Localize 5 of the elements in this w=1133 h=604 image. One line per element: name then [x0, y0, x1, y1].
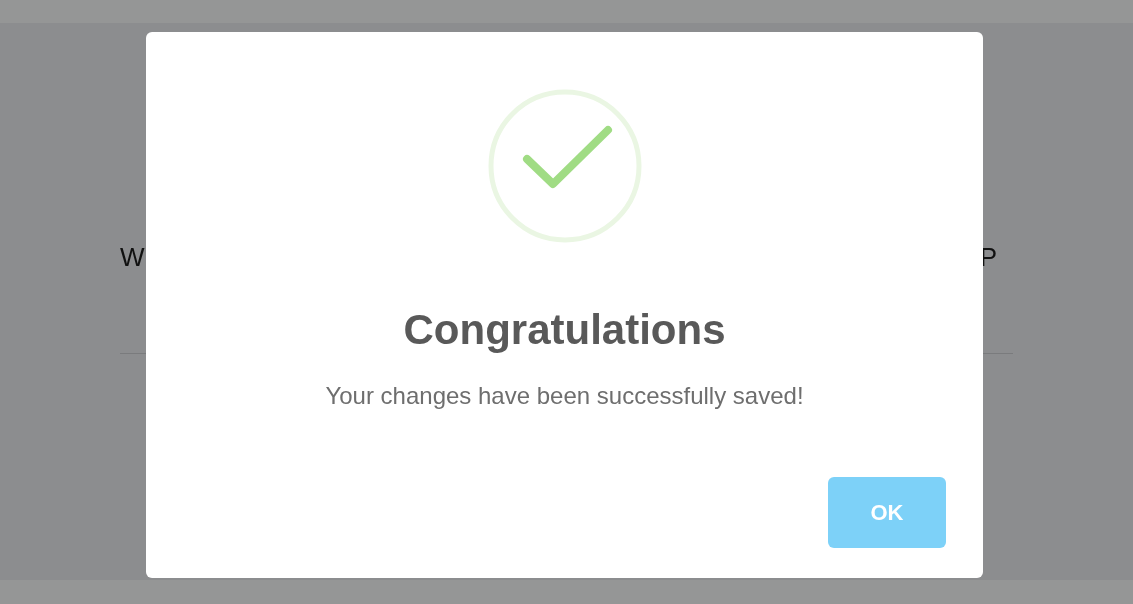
dialog-message: Your changes have been successfully saved!	[325, 381, 804, 411]
heading-text: W	[120, 241, 145, 274]
ok-button[interactable]: OK	[828, 477, 946, 548]
dialog-title: Congratulations	[403, 305, 726, 355]
success-check-icon	[486, 88, 643, 244]
